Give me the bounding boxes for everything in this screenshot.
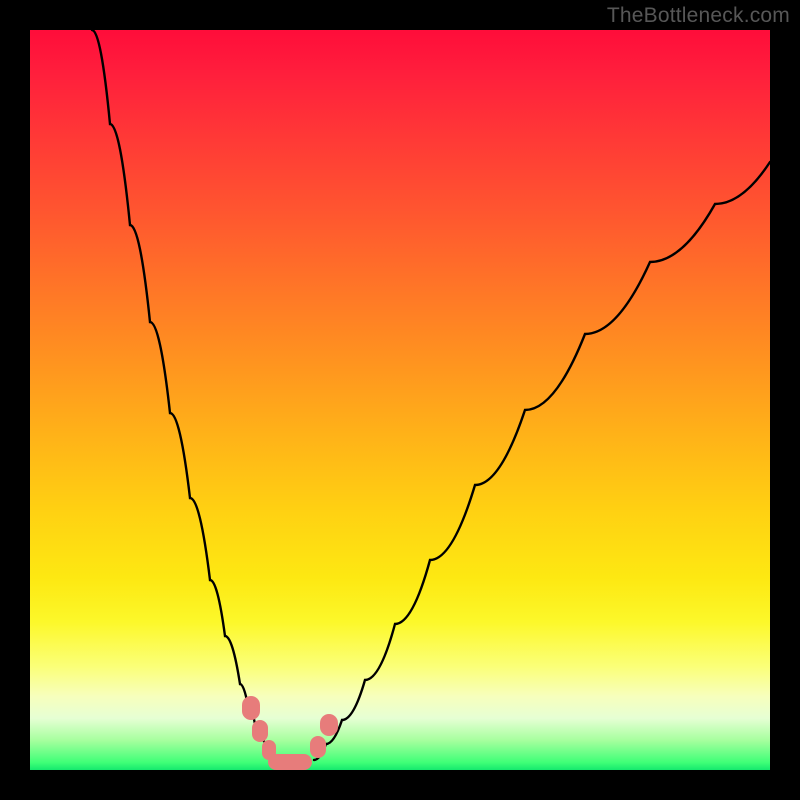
right-curve — [314, 162, 770, 760]
plot-area — [30, 30, 770, 770]
valley-blob — [310, 736, 326, 758]
watermark-text: TheBottleneck.com — [607, 4, 790, 28]
valley-blob — [252, 720, 268, 742]
curve-layer — [30, 30, 770, 770]
chart-frame: TheBottleneck.com — [0, 0, 800, 800]
valley-blob — [242, 696, 260, 720]
valley-blob — [320, 714, 338, 736]
valley-blob — [268, 754, 312, 770]
left-curve — [92, 30, 274, 760]
